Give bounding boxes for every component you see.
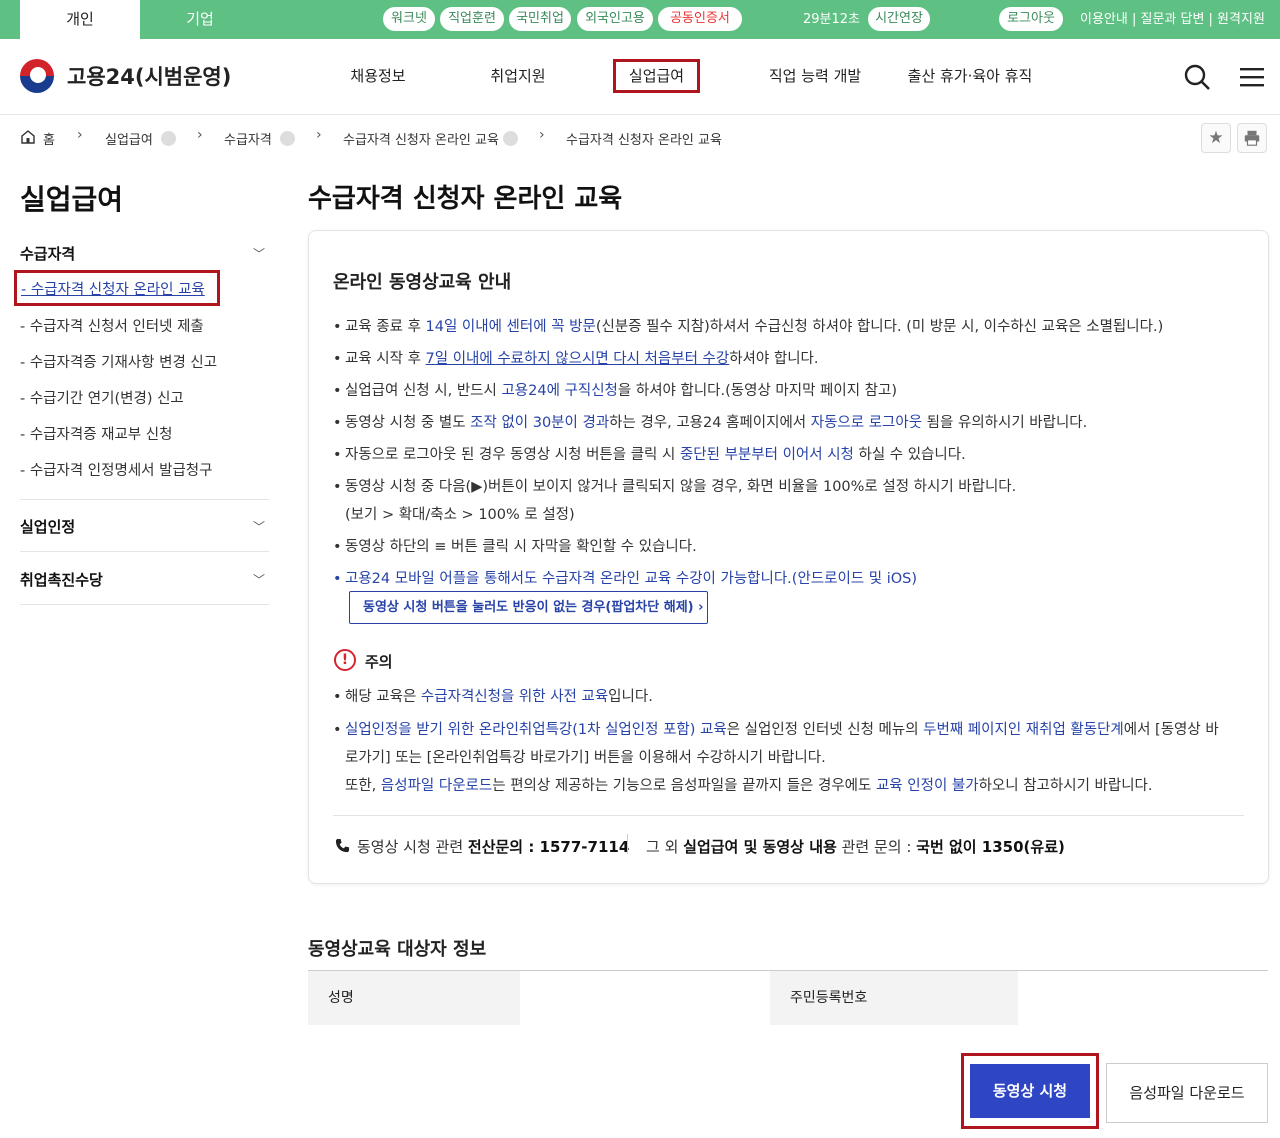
utility-links[interactable]: 이용안내 | 질문과 답변 | 원격지원 <box>1080 0 1265 39</box>
rrn-value <box>1018 971 1268 1025</box>
popup-block-help-button[interactable]: 동영상 시청 버튼을 눌러도 반응이 없는 경우(팝업차단 해제) › <box>349 591 708 624</box>
menu-parental-leave[interactable]: 출산 휴가·육아 휴직 <box>900 59 1040 93</box>
search-icon[interactable] <box>1183 63 1211 91</box>
government-logo-icon[interactable] <box>20 59 54 93</box>
tab-business[interactable]: 기업 <box>140 0 260 39</box>
menu-vocational-training[interactable]: 직업 능력 개발 <box>750 59 880 93</box>
sidebar-item-reissue[interactable]: - 수급자격증 재교부 신청 <box>20 423 172 444</box>
notice-item: • 자동으로 로그아웃 된 경우 동영상 시청 버튼을 클릭 시 중단된 부분부터… <box>333 447 966 463</box>
home-icon[interactable] <box>20 129 36 145</box>
menu-icon[interactable] <box>1238 63 1266 91</box>
print-icon[interactable] <box>1237 123 1267 153</box>
site-name[interactable]: 고용24(시범운영) <box>67 61 231 91</box>
phone-icon <box>335 838 350 853</box>
extend-time-button[interactable]: 시간연장 <box>868 7 930 31</box>
top-bar: 개인 기업 워크넷 직업훈련 국민취업 외국인고용 공동인증서 29분12초 시… <box>0 0 1280 39</box>
star-icon[interactable]: ★ <box>1201 123 1231 153</box>
dropdown-icon[interactable] <box>503 131 518 146</box>
dropdown-icon[interactable] <box>280 131 295 146</box>
warning-item: • 실업인정을 받기 위한 온라인취업특강(1차 실업인정 포함) 교육은 실업인… <box>333 722 1219 738</box>
chevron-right-icon: › <box>316 127 322 143</box>
warning-item-sub: 또한, 음성파일 다운로드는 편의상 제공하는 기능으로 음성파일을 끝까지 들… <box>345 778 1153 794</box>
notice-item: • 동영상 하단의 ≡ 버튼 클릭 시 자막을 확인할 수 있습니다. <box>333 539 697 555</box>
tab-personal[interactable]: 개인 <box>20 0 140 39</box>
sidebar-group-recognition[interactable]: 실업인정 <box>20 516 75 537</box>
sidebar-group-eligibility[interactable]: 수급자격 <box>20 243 75 264</box>
sidebar-title: 실업급여 <box>20 183 124 216</box>
sidebar-item-statement-request[interactable]: - 수급자격 인정명세서 발급청구 <box>20 459 212 480</box>
dropdown-icon[interactable] <box>161 131 176 146</box>
notice-item: • 고용24 모바일 어플을 통해서도 수급자격 온라인 교육 수강이 가능합니다… <box>333 571 918 587</box>
it-contact: 동영상 시청 관련 전산문의 : 1577-7114 <box>357 838 630 856</box>
logout-button[interactable]: 로그아웃 <box>999 7 1063 31</box>
breadcrumb-current: 수급자격 신청자 온라인 교육 <box>566 133 722 148</box>
chevron-down-icon[interactable]: ﹀ <box>253 245 267 262</box>
foreign-employment-link[interactable]: 외국인고용 <box>577 7 653 31</box>
session-timer: 29분12초 <box>803 12 861 27</box>
chevron-right-icon: › <box>77 127 83 143</box>
breadcrumb-level3[interactable]: 수급자격 신청자 온라인 교육 <box>343 129 499 148</box>
notice-item: • 동영상 시청 중 다음(▶)버튼이 보이지 않거나 클릭되지 않을 경우, 화… <box>333 479 1017 495</box>
target-info-table: 성명 주민등록번호 <box>308 970 1268 1025</box>
sidebar-item-label: - 수급자격 신청자 온라인 교육 <box>21 282 205 298</box>
notice-item: • 교육 종료 후 14일 이내에 센터에 꼭 방문(신분증 필수 지참)하셔서 … <box>333 319 1164 335</box>
chevron-down-icon[interactable]: ﹀ <box>253 571 267 588</box>
sidebar-item-change-report[interactable]: - 수급자격증 기재사항 변경 신고 <box>20 351 217 372</box>
rrn-label: 주민등록번호 <box>770 971 1018 1025</box>
chevron-right-icon: › <box>539 127 545 143</box>
divider <box>20 604 269 605</box>
menu-employment-support[interactable]: 취업지원 <box>470 59 566 93</box>
divider <box>333 815 1244 816</box>
site-header: 고용24(시범운영) 채용정보 취업지원 실업급여 직업 능력 개발 출산 휴가… <box>0 39 1280 115</box>
breadcrumb-home[interactable]: 홈 <box>43 129 55 148</box>
worknet-link[interactable]: 워크넷 <box>383 7 435 31</box>
divider <box>20 499 269 500</box>
notice-item-sub: (보기 > 확대/축소 > 100% 로 설정) <box>345 507 575 523</box>
play-video-button[interactable]: 동영상 시청 <box>970 1064 1090 1118</box>
divider <box>627 834 628 854</box>
warning-item: • 해당 교육은 수급자격신청을 위한 사전 교육입니다. <box>333 689 653 705</box>
menu-recruitment[interactable]: 채용정보 <box>330 59 426 93</box>
national-employment-link[interactable]: 국민취업 <box>509 7 571 31</box>
notice-item: • 동영상 시청 중 별도 조작 없이 30분이 경과하는 경우, 고용24 홈페… <box>333 415 1088 431</box>
sidebar-item-online-education[interactable]: - 수급자격 신청자 온라인 교육 <box>14 270 220 306</box>
warning-item-sub: 로가기] 또는 [온라인취업특강 바로가기] 버튼을 이용해서 수강하시기 바랍… <box>345 750 826 766</box>
warning-icon: ! <box>334 649 356 671</box>
sidebar-group-promotion-allowance[interactable]: 취업촉진수당 <box>20 569 103 590</box>
chevron-down-icon[interactable]: ﹀ <box>253 518 267 535</box>
name-label: 성명 <box>308 971 520 1025</box>
sidebar-item-period-extension[interactable]: - 수급기간 연기(변경) 신고 <box>20 387 184 408</box>
panel-title: 온라인 동영상교육 안내 <box>333 272 512 293</box>
name-value <box>520 971 770 1025</box>
section-title: 동영상교육 대상자 정보 <box>308 939 487 960</box>
notice-item: • 교육 시작 후 7일 이내에 수료하지 않으시면 다시 처음부터 수강하셔야 … <box>333 351 819 367</box>
menu-unemployment-benefit[interactable]: 실업급여 <box>613 59 700 93</box>
play-video-button-frame: 동영상 시청 <box>961 1053 1099 1129</box>
breadcrumb-level1[interactable]: 실업급여 <box>105 129 153 148</box>
chevron-right-icon: › <box>197 127 203 143</box>
certificate-link[interactable]: 공동인증서 <box>658 7 742 31</box>
notice-item: • 실업급여 신청 시, 반드시 고용24에 구직신청을 하셔야 합니다.(동영상… <box>333 383 897 399</box>
warning-title: 주의 <box>365 653 393 671</box>
sidebar-item-internet-submission[interactable]: - 수급자격 신청서 인터넷 제출 <box>20 315 204 336</box>
general-contact: 그 외 실업급여 및 동영상 내용 관련 문의 : 국번 없이 1350(유료) <box>646 838 1065 856</box>
breadcrumb-level2[interactable]: 수급자격 <box>224 129 272 148</box>
training-link[interactable]: 직업훈련 <box>440 7 504 31</box>
breadcrumb: 홈 › 실업급여 › 수급자격 › 수급자격 신청자 온라인 교육 › 수급자격… <box>0 115 1280 159</box>
page-title: 수급자격 신청자 온라인 교육 <box>308 184 623 214</box>
divider <box>20 551 269 552</box>
download-audio-button[interactable]: 음성파일 다운로드 <box>1106 1063 1268 1123</box>
